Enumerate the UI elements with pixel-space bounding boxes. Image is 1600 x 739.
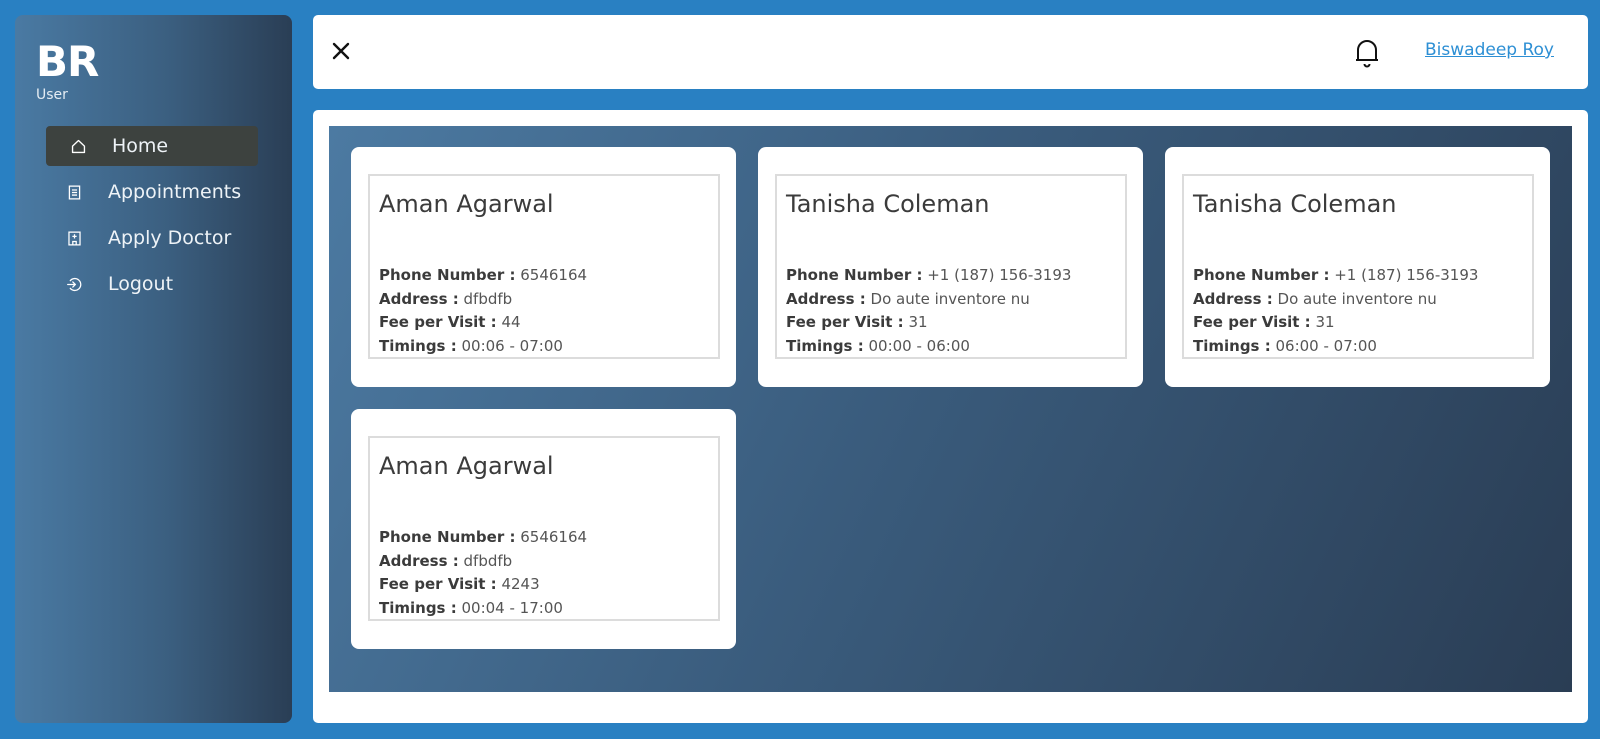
- phone-row: Phone Number : 6546164: [379, 528, 588, 546]
- doctor-card-body: Tanisha Coleman Phone Number : +1 (187) …: [1182, 174, 1534, 359]
- timings-row: Timings : 00:00 - 06:00: [786, 336, 970, 355]
- doctor-card-body: Aman Agarwal Phone Number : 6546164 Addr…: [368, 174, 720, 359]
- timings-row: Timings : 06:00 - 07:00: [1193, 336, 1377, 355]
- phone-row: Phone Number : 6546164: [379, 266, 588, 284]
- doctor-card[interactable]: Aman Agarwal Phone Number : 6546164 Addr…: [351, 147, 736, 387]
- sidebar-item-appointments[interactable]: Appointments: [46, 172, 258, 212]
- doctor-card-body: Tanisha Coleman Phone Number : +1 (187) …: [775, 174, 1127, 359]
- phone-row: Phone Number : +1 (187) 156-3193: [786, 266, 1072, 284]
- fee-row: Fee per Visit : 4243: [379, 575, 540, 593]
- doctor-card[interactable]: Aman Agarwal Phone Number : 6546164 Addr…: [351, 409, 736, 649]
- doctor-name: Aman Agarwal: [379, 190, 554, 218]
- user-role: User: [36, 87, 68, 103]
- doctor-card[interactable]: Tanisha Coleman Phone Number : +1 (187) …: [1165, 147, 1550, 387]
- sidebar-item-label: Apply Doctor: [108, 227, 232, 249]
- fee-row: Fee per Visit : 31: [786, 313, 928, 331]
- fee-row: Fee per Visit : 31: [1193, 313, 1335, 331]
- sidebar-menu: Home Appointments Apply Doctor Logout: [46, 126, 258, 310]
- hospital-icon: [64, 228, 84, 248]
- main-panel: Aman Agarwal Phone Number : 6546164 Addr…: [313, 110, 1588, 723]
- sidebar: BR User Home Appointments Apply Doctor L…: [15, 15, 292, 723]
- address-row: Address : dfbdfb: [379, 551, 513, 570]
- sidebar-item-label: Appointments: [108, 181, 242, 203]
- sidebar-item-apply-doctor[interactable]: Apply Doctor: [46, 218, 258, 258]
- brand-initials: BR: [36, 37, 99, 86]
- doctor-list: Aman Agarwal Phone Number : 6546164 Addr…: [329, 126, 1572, 692]
- sidebar-item-label: Home: [112, 135, 169, 157]
- user-profile-link[interactable]: Biswadeep Roy: [1425, 40, 1554, 60]
- address-row: Address : dfbdfb: [379, 289, 513, 308]
- timings-row: Timings : 00:06 - 07:00: [379, 336, 563, 355]
- doctor-name: Tanisha Coleman: [1193, 190, 1397, 218]
- sidebar-item-label: Logout: [108, 273, 174, 295]
- bell-icon[interactable]: [1352, 35, 1382, 69]
- doctor-card-body: Aman Agarwal Phone Number : 6546164 Addr…: [368, 436, 720, 621]
- fee-row: Fee per Visit : 44: [379, 313, 521, 331]
- address-row: Address : Do aute inventore nu: [786, 289, 1030, 308]
- timings-row: Timings : 00:04 - 17:00: [379, 598, 563, 617]
- sidebar-item-logout[interactable]: Logout: [46, 264, 258, 304]
- doctor-name: Tanisha Coleman: [786, 190, 990, 218]
- close-icon[interactable]: [327, 37, 355, 65]
- sidebar-item-home[interactable]: Home: [46, 126, 258, 166]
- doctor-card[interactable]: Tanisha Coleman Phone Number : +1 (187) …: [758, 147, 1143, 387]
- home-icon: [68, 136, 88, 156]
- list-icon: [64, 182, 84, 202]
- brand: BR User: [36, 37, 99, 104]
- phone-row: Phone Number : +1 (187) 156-3193: [1193, 266, 1479, 284]
- logout-icon: [64, 274, 84, 294]
- address-row: Address : Do aute inventore nu: [1193, 289, 1437, 308]
- top-bar: Biswadeep Roy: [313, 15, 1588, 89]
- doctor-name: Aman Agarwal: [379, 452, 554, 480]
